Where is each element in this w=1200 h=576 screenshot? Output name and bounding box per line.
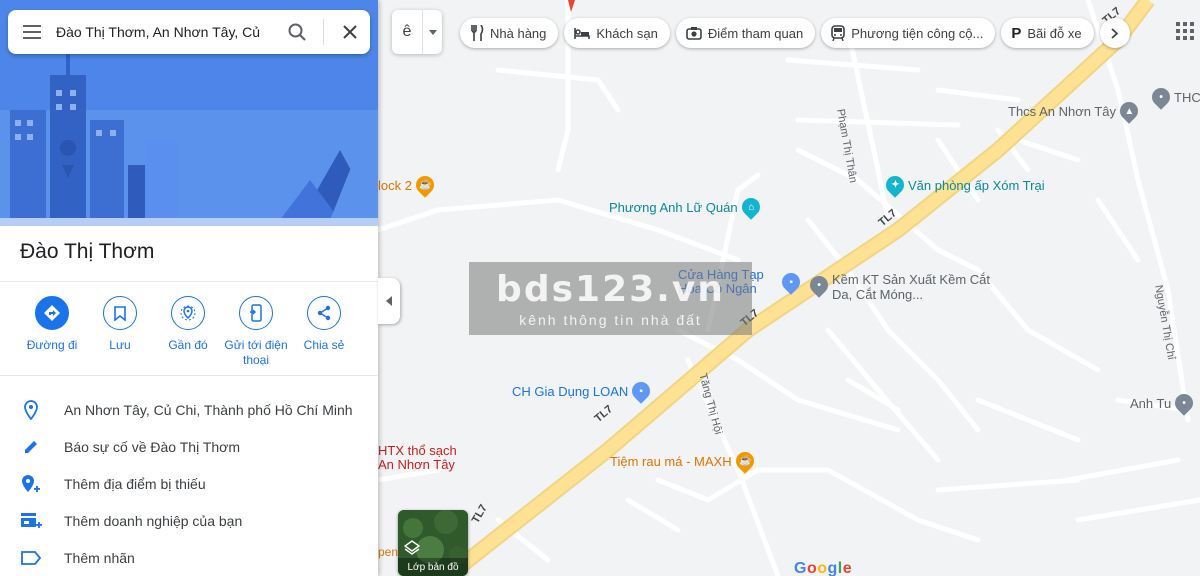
action-label: Đường đi [26,338,78,352]
map-poi[interactable]: • Kềm KT Sản Xuất Kềm Cắt Da, Cắt Móng..… [806,272,992,302]
map-poi[interactable]: Thcs An Nhơn Tây ▲ [1008,98,1142,124]
edit-pencil-icon [0,439,64,455]
input-method-icon: ê [402,23,412,40]
add-label-text: Thêm nhãn [64,549,135,566]
google-logo-letter: o [806,560,818,576]
watermark-subtitle: kênh thông tin nhà đất [519,312,702,328]
chip-attractions[interactable]: Điểm tham quan [675,18,816,48]
send-to-phone-button[interactable]: Gửi tới điện thoại [222,296,290,368]
office-pin-icon: ✦ [882,172,908,198]
restaurant-icon [471,25,484,41]
watermark-title: bds123.vn [496,269,725,310]
action-label: Chia sẻ [303,338,345,352]
chevron-right-icon [1111,27,1119,39]
send-to-phone-icon [239,296,273,330]
add-place-row[interactable]: Thêm địa điểm bị thiếu [0,465,378,502]
map-poi[interactable]: Anh Tu • [1130,390,1197,416]
map-poi[interactable]: CH Gia Dụng LOAN ▪ [512,378,655,404]
add-label-row[interactable]: Thêm nhãn [0,539,378,576]
map-layers-button[interactable]: Lớp bản đồ [398,510,468,576]
chevron-down-icon[interactable] [422,10,442,54]
place-panel: Đào Thị Thơm, An Nhơn Tây, Củ Đào Thị Th… [0,0,378,576]
place-title: Đào Thị Thơm [20,240,155,263]
directions-button[interactable]: Đường đi [18,296,86,368]
add-place-icon [0,474,64,494]
address-row[interactable]: An Nhơn Tây, Củ Chi, Thành phố Hồ Chí Mi… [0,391,378,428]
divider [0,375,378,376]
chips-next-button[interactable] [1099,18,1130,48]
school-pin-icon: ▲ [1116,98,1142,124]
layers-label: Lớp bản đồ [407,562,459,573]
map-poi[interactable]: ✦ Văn phòng ấp Xóm Trại [882,172,1045,198]
google-logo-letter: G [794,560,807,576]
action-label: Gần đó [168,338,208,352]
map-poi[interactable]: • THCS [1148,84,1200,110]
add-business-icon [0,512,64,530]
close-icon[interactable] [330,10,370,54]
report-issue-text: Báo sự cố về Đào Thị Thơm [64,438,240,455]
label-icon [0,550,64,565]
location-pin-icon [0,399,64,420]
place-pin-icon: • [1148,84,1174,110]
add-business-row[interactable]: Thêm doanh nghiệp của bạn [0,502,378,539]
collapse-panel-button[interactable] [378,278,400,324]
google-logo: Google [794,560,852,576]
search-icon[interactable] [277,10,317,54]
cafe-pin-icon: ☕ [731,448,758,474]
input-tools-button[interactable]: ê [392,10,442,54]
google-logo-letter: o [817,560,828,576]
map-poi[interactable]: Phương Anh Lữ Quán ⌂ [609,194,764,220]
apps-grid-icon[interactable] [1176,22,1194,45]
place-pin-icon: • [1171,390,1197,416]
google-logo-letter: g [827,560,838,576]
place-pin-icon: • [806,272,832,298]
map-poi[interactable]: lock 2 ☕ [378,172,438,198]
save-button[interactable]: Lưu [86,296,154,368]
map-poi[interactable]: pen [378,545,398,559]
hotel-icon [574,28,591,39]
action-label: Gửi tới điện thoại [224,338,288,367]
hamburger-menu-icon[interactable] [8,10,56,54]
shop-pin-icon: ▪ [778,269,804,295]
address-text: An Nhơn Tây, Củ Chi, Thành phố Hồ Chí Mi… [64,401,353,418]
add-business-text: Thêm doanh nghiệp của bạn [64,512,243,529]
google-logo-letter: e [842,560,853,576]
map-poi[interactable]: HTX thổ sạch An Nhơn Tây [378,444,468,472]
search-box[interactable]: Đào Thị Thơm, An Nhơn Tây, Củ [8,10,370,54]
map-poi[interactable]: Tiệm rau má - MAXH ☕ [610,448,758,474]
chip-hotels[interactable]: Khách sạn [564,18,670,48]
chip-parking[interactable]: P Bãi đỗ xe [1001,18,1094,48]
divider [0,281,378,282]
nearby-button[interactable]: Gần đó [154,296,222,368]
share-icon [307,296,341,330]
nearby-icon [171,296,205,330]
layers-icon [404,540,420,555]
cafe-pin-icon: ☕ [412,172,438,198]
chevron-left-icon [386,296,392,306]
share-button[interactable]: Chia sẻ [290,296,358,368]
chip-restaurants[interactable]: Nhà hàng [460,18,559,48]
action-bar: Đường đi Lưu Gần đó Gửi tới điện thoại C… [18,296,358,368]
transit-icon [831,25,846,41]
chip-transit[interactable]: Phương tiện công cộ... [821,18,996,48]
camera-icon [686,27,702,40]
watermark-overlay: bds123.vn kênh thông tin nhà đất [469,262,752,335]
action-label: Lưu [109,338,131,352]
add-place-text: Thêm địa điểm bị thiếu [64,475,206,492]
bookmark-icon [103,296,137,330]
shop-pin-icon: ▪ [628,378,655,404]
parking-icon: P [1011,24,1022,42]
hotel-pin-icon: ⌂ [737,194,764,220]
directions-icon [35,296,69,330]
search-divider [323,19,324,45]
report-issue-row[interactable]: Báo sự cố về Đào Thị Thơm [0,428,378,465]
search-input[interactable]: Đào Thị Thơm, An Nhơn Tây, Củ [56,24,277,40]
category-chips: Nhà hàng Khách sạn Điểm tham quan Phương… [460,18,1130,48]
